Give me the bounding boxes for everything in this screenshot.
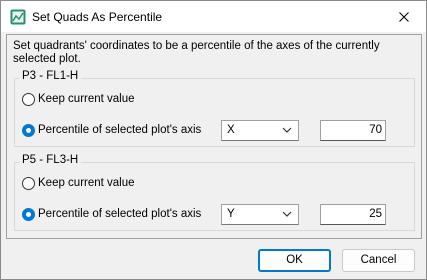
radio-label: Keep current value xyxy=(38,177,135,189)
axis-select[interactable]: X xyxy=(221,120,299,141)
group-label: P5 - FL3-H xyxy=(19,153,82,167)
percentile-radio[interactable]: Percentile of selected plot's axis xyxy=(22,123,201,137)
dialog-content: Set quadrants' coordinates to be a perce… xyxy=(6,34,422,239)
cancel-button[interactable]: Cancel xyxy=(342,249,415,272)
chevron-down-icon xyxy=(282,127,292,133)
quad-group-p3: P3 - FL1-H Keep current value Percentile… xyxy=(14,69,415,147)
window-title: Set Quads As Percentile xyxy=(32,10,163,24)
radio-label: Percentile of selected plot's axis xyxy=(38,124,202,136)
title-bar: Set Quads As Percentile xyxy=(1,1,426,32)
close-button[interactable] xyxy=(382,1,426,32)
keep-current-radio[interactable]: Keep current value xyxy=(22,176,135,190)
radio-circle[interactable] xyxy=(22,123,35,137)
close-icon xyxy=(399,11,409,22)
chevron-down-icon xyxy=(282,211,292,217)
radio-circle[interactable] xyxy=(22,92,35,106)
radio-circle[interactable] xyxy=(22,207,35,221)
description-text: Set quadrants' coordinates to be a perce… xyxy=(13,40,380,65)
percentile-input[interactable]: 70 xyxy=(320,120,386,141)
percentile-radio[interactable]: Percentile of selected plot's axis xyxy=(22,207,201,221)
radio-circle[interactable] xyxy=(22,176,35,190)
radio-label: Keep current value xyxy=(38,93,135,105)
axis-select[interactable]: Y xyxy=(221,204,299,225)
chart-icon xyxy=(10,9,26,25)
group-label: P3 - FL1-H xyxy=(19,69,82,83)
keep-current-radio[interactable]: Keep current value xyxy=(22,92,135,106)
radio-label: Percentile of selected plot's axis xyxy=(38,208,202,220)
axis-select-value: Y xyxy=(227,208,235,220)
ok-button[interactable]: OK xyxy=(258,249,331,272)
dialog-window: Set Quads As Percentile Set quadrants' c… xyxy=(0,0,427,280)
quad-group-p5: P5 - FL3-H Keep current value Percentile… xyxy=(14,153,415,231)
percentile-input[interactable]: 25 xyxy=(320,204,386,225)
axis-select-value: X xyxy=(227,124,235,136)
